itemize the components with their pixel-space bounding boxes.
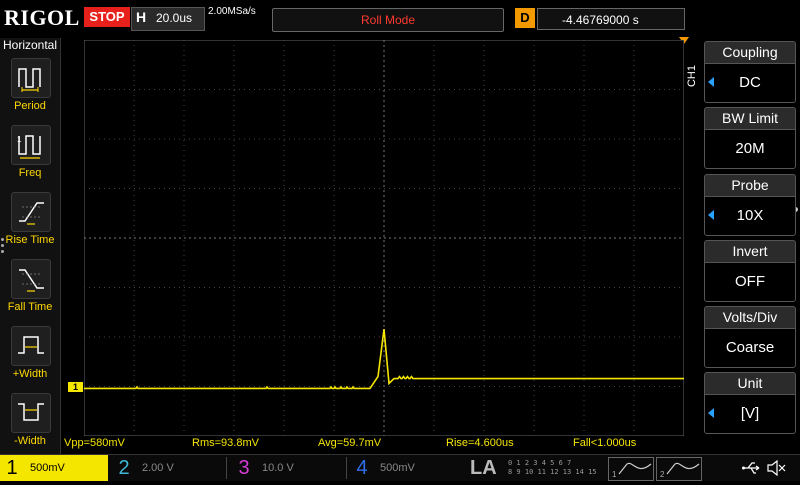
acquisition-mode: Roll Mode	[272, 8, 504, 32]
channel-4-number: 4	[356, 457, 368, 479]
period-icon	[11, 58, 51, 98]
channel-3-scale: 10.0 V	[262, 462, 294, 474]
left-arrow-icon	[708, 210, 714, 220]
measure-fall[interactable]: Fall<1.000us	[573, 437, 636, 449]
measure-vpp[interactable]: Vpp=580mV	[64, 437, 125, 449]
la-row-1: 0 1 2 3 4 5 6 7	[508, 459, 572, 467]
logic-analyzer-label[interactable]: LA	[470, 455, 497, 481]
logic-analyzer-channels[interactable]: 0 1 2 3 4 5 6 7 8 9 10 11 12 13 14 15	[508, 459, 604, 477]
menu-invert-label: Invert	[704, 240, 796, 262]
brand-logo: RIGOL	[4, 5, 80, 30]
trigger-edge-icon: 1	[612, 462, 652, 479]
menu-probe[interactable]: Probe 10X	[704, 174, 796, 236]
menu-item-rise-time[interactable]: Rise Time	[0, 192, 60, 258]
channel-2-scale: 2.00 V	[142, 462, 174, 474]
channel-tag: CH1	[686, 65, 698, 88]
menu-item-negative-width[interactable]: -Width	[0, 393, 60, 459]
menu-unit[interactable]: Unit [V]	[704, 372, 796, 434]
trigger-slot-2[interactable]: 2	[656, 457, 702, 481]
sample-rate: 2.00MSa/s	[208, 6, 256, 17]
menu-probe-label: Probe	[704, 174, 796, 196]
timebase-value: 20.0us	[156, 11, 193, 25]
usb-icon	[742, 462, 760, 474]
menu-unit-value: [V]	[704, 394, 796, 434]
trigger-slot-1[interactable]: 1	[608, 457, 654, 481]
menu-label-negative-width: -Width	[14, 435, 46, 447]
delay-value: -4.46769000 s	[537, 8, 685, 30]
channel-2-slot[interactable]: 2 2.00 V	[112, 455, 222, 481]
menu-label-rise-time: Rise Time	[5, 234, 55, 246]
speaker-muted-icon[interactable]	[766, 460, 786, 476]
left-arrow-icon	[708, 77, 714, 87]
divider	[226, 457, 227, 479]
frequency-icon: 1	[11, 125, 51, 165]
menu-bw-limit[interactable]: BW Limit 20M	[704, 107, 796, 169]
measure-avg[interactable]: Avg=59.7mV	[318, 437, 381, 449]
menu-probe-value: 10X	[704, 196, 796, 236]
left-arrow-icon	[708, 408, 714, 418]
menu-bw-limit-value: 20M	[704, 129, 796, 169]
menu-label-positive-width: +Width	[12, 368, 48, 380]
menu-label-fall-time: Fall Time	[7, 301, 53, 313]
trigger-edge-icon: 2	[660, 462, 700, 479]
trigger-slot-1-number: 1	[612, 470, 617, 479]
fall-time-icon	[11, 259, 51, 299]
channel-status-bar: 1 500mV 2 2.00 V 3 10.0 V 4 500mV LA 0 1…	[0, 454, 800, 481]
divider	[346, 457, 347, 479]
timebase-label: H	[136, 9, 147, 25]
la-row-2: 8 9 10 11 12 13 14 15	[508, 468, 597, 476]
menu-invert[interactable]: Invert OFF	[704, 240, 796, 302]
measure-rms[interactable]: Rms=93.8mV	[192, 437, 259, 449]
negative-width-icon	[11, 393, 51, 433]
menu-coupling-label: Coupling	[704, 41, 796, 63]
menu-item-freq[interactable]: 1 Freq	[0, 125, 60, 191]
waveform-display[interactable]	[84, 40, 684, 436]
rise-time-icon	[11, 192, 51, 232]
svg-text:1: 1	[17, 135, 22, 144]
channel-1-slot[interactable]: 1 500mV	[0, 455, 108, 481]
measurement-bar: Vpp=580mV Rms=93.8mV Avg=59.7mV Rise=4.6…	[62, 437, 684, 451]
channel-1-number: 1	[6, 457, 18, 479]
delay-badge[interactable]: D	[515, 8, 535, 28]
menu-volts-div[interactable]: Volts/Div Coarse	[704, 306, 796, 368]
menu-item-positive-width[interactable]: +Width	[0, 326, 60, 392]
channel-3-slot[interactable]: 3 10.0 V	[232, 455, 342, 481]
menu-coupling[interactable]: Coupling DC	[704, 41, 796, 103]
menu-volts-div-label: Volts/Div	[704, 306, 796, 328]
channel-1-scale: 500mV	[30, 462, 65, 474]
channel-2-number: 2	[118, 457, 130, 479]
ch1-offset-marker[interactable]: 1	[68, 382, 83, 392]
measure-rise[interactable]: Rise=4.600us	[446, 437, 514, 449]
menu-item-fall-time[interactable]: Fall Time	[0, 259, 60, 325]
trigger-slot-2-number: 2	[660, 470, 665, 479]
channel-4-scale: 500mV	[380, 462, 415, 474]
left-panel-title: Horizontal	[2, 38, 58, 52]
top-status-bar: RIGOL STOP H 20.0us 2.00MSa/s Roll Mode …	[0, 0, 800, 38]
channel-3-number: 3	[238, 457, 250, 479]
positive-width-icon	[11, 326, 51, 366]
channel-4-slot[interactable]: 4 500mV	[350, 455, 460, 481]
menu-coupling-value: DC	[704, 63, 796, 103]
menu-label-freq: Freq	[18, 167, 42, 179]
menu-volts-div-value: Coarse	[704, 328, 796, 368]
run-stop-indicator[interactable]: STOP	[84, 7, 130, 27]
menu-invert-value: OFF	[704, 262, 796, 302]
menu-bw-limit-label: BW Limit	[704, 107, 796, 129]
menu-unit-label: Unit	[704, 372, 796, 394]
horizontal-measure-menu: Horizontal Period 1 Freq Rise Time Fall …	[0, 38, 61, 454]
menu-label-period: Period	[14, 100, 46, 112]
menu-item-period[interactable]: Period	[0, 58, 60, 124]
